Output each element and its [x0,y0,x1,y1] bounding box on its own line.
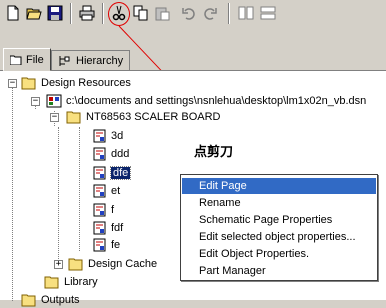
open-folder-icon[interactable] [24,3,44,23]
tab-file-label: File [26,53,44,66]
tree-item-page[interactable]: fe [93,237,120,253]
tree-item-label: Design Cache [88,258,158,270]
tree-item-library[interactable]: Library [44,274,98,290]
tree-item-page-selected[interactable]: dfe [93,165,132,181]
tree-item-design-cache[interactable]: Design Cache [68,256,157,272]
tree-item-label: f [111,204,115,216]
design-file-icon [46,94,62,108]
menu-item-edit-selected-object-properties[interactable]: Edit selected object properties... [182,229,376,245]
expand-toggle[interactable]: + [54,260,63,269]
collapse-toggle[interactable]: − [31,97,40,106]
new-icon[interactable] [3,3,23,23]
tile-vertical-icon[interactable] [236,3,256,23]
copy-icon[interactable] [131,3,151,23]
menu-item-schematic-page-properties[interactable]: Schematic Page Properties [182,212,376,228]
collapse-toggle[interactable]: − [8,79,17,88]
redo-icon[interactable] [200,3,220,23]
tab-hierarchy[interactable]: Hierarchy [51,50,131,70]
tab-bar: File Hierarchy [0,48,386,71]
annotation-text: 点剪刀 [194,145,234,160]
context-menu: Edit Page Rename Schematic Page Properti… [180,174,378,281]
tree-line [79,127,80,251]
separator [102,3,104,24]
cut-highlight-ring [108,2,130,26]
tree-item-board[interactable]: NT68563 SCALER BOARD [66,109,221,125]
hierarchy-icon [59,55,70,66]
tree-line [58,127,59,267]
folder-icon [68,258,83,271]
tree-item-page[interactable]: et [93,183,120,199]
tab-file[interactable]: File [3,48,51,71]
tree-item-label: ddd [111,148,130,160]
schematic-page-icon [93,238,106,252]
open-folder-icon [66,111,81,124]
tree-item-design-resources[interactable]: Design Resources [21,75,131,91]
schematic-page-icon [93,203,106,217]
folder-icon [10,55,22,65]
tree-item-label: NT68563 SCALER BOARD [86,111,221,123]
tree-line [12,81,13,301]
tree-item-label: c:\documents and settings\nsnlehua\deskt… [66,95,367,107]
tree-item-label: 3d [111,130,124,142]
menu-item-rename[interactable]: Rename [182,195,376,211]
tree-item-label: fe [111,239,121,251]
tree-item-page[interactable]: f [93,202,114,218]
save-icon[interactable] [45,3,65,23]
separator [228,3,230,24]
tree-item-page[interactable]: ddd [93,146,129,162]
schematic-page-icon [93,184,106,198]
tile-horizontal-icon[interactable] [258,3,278,23]
toolbar [0,0,386,32]
paste-icon[interactable] [152,3,172,23]
tree-item-label: dfe [109,166,132,180]
tree-item-label: fdf [111,222,124,234]
tree-item-label: Outputs [41,294,80,306]
folder-icon [21,294,36,307]
tree-item-label: et [111,185,121,197]
tree-item-dsn-file[interactable]: c:\documents and settings\nsnlehua\deskt… [46,93,366,109]
tree-item-outputs[interactable]: Outputs [21,292,80,308]
folder-icon [21,77,36,90]
schematic-page-icon [93,129,106,143]
tree-item-page[interactable]: fdf [93,220,123,236]
schematic-page-icon [93,221,106,235]
schematic-page-icon [93,166,106,180]
undo-icon[interactable] [179,3,199,23]
menu-item-edit-page[interactable]: Edit Page [182,178,376,194]
tree-item-label: Design Resources [41,77,131,89]
collapse-toggle[interactable]: − [50,113,59,122]
tree-item-page[interactable]: 3d [93,128,123,144]
print-icon[interactable] [77,3,97,23]
tab-hierarchy-label: Hierarchy [76,54,124,67]
schematic-page-icon [93,147,106,161]
folder-icon [44,276,59,289]
menu-item-edit-object-properties[interactable]: Edit Object Properties. [182,246,376,262]
menu-item-part-manager[interactable]: Part Manager [182,263,376,279]
tree-item-label: Library [64,276,98,288]
separator [70,3,72,24]
